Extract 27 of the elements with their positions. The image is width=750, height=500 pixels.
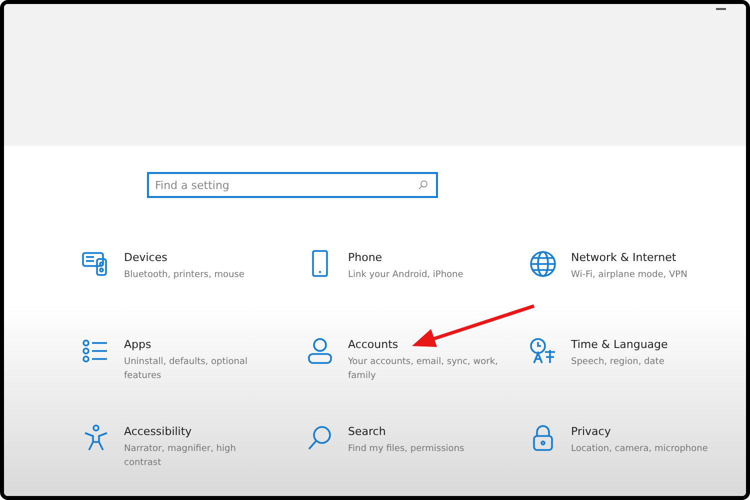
- clock-language-icon[interactable]: [529, 337, 557, 365]
- category-description: Wi-Fi, airplane mode, VPN: [571, 269, 688, 282]
- category-description: Speech, region, date: [571, 356, 666, 369]
- category-title[interactable]: Devices: [124, 251, 274, 264]
- figure-icon[interactable]: [82, 424, 110, 452]
- category-description: Uninstall, defaults, optional features: [124, 356, 249, 383]
- category-title[interactable]: Network & Internet: [571, 251, 721, 264]
- category-title[interactable]: Time & Language: [571, 338, 721, 351]
- category-title[interactable]: Privacy: [571, 425, 721, 438]
- person-icon[interactable]: [306, 337, 334, 365]
- keyboard-phone-icon[interactable]: [82, 250, 110, 278]
- category-description: Location, camera, microphone: [571, 443, 709, 456]
- list-icon[interactable]: [82, 337, 110, 365]
- category-title[interactable]: Phone: [348, 251, 498, 264]
- category-description: Your accounts, email, sync, work, family: [348, 356, 498, 383]
- search-field[interactable]: Find a setting: [147, 172, 438, 198]
- category-title[interactable]: Accounts: [348, 338, 498, 351]
- category-description: Find my files, permissions: [348, 443, 466, 456]
- category-title[interactable]: Search: [348, 425, 498, 438]
- category-description: Bluetooth, printers, mouse: [124, 269, 246, 282]
- search-icon: [418, 180, 428, 190]
- category-description: Narrator, magnifier, high contrast: [124, 443, 237, 470]
- category-description: Link your Android, iPhone: [348, 269, 464, 282]
- category-title[interactable]: Accessibility: [124, 425, 274, 438]
- category-title[interactable]: Apps: [124, 338, 274, 351]
- globe-icon[interactable]: [529, 250, 557, 278]
- search-icon[interactable]: [306, 424, 334, 452]
